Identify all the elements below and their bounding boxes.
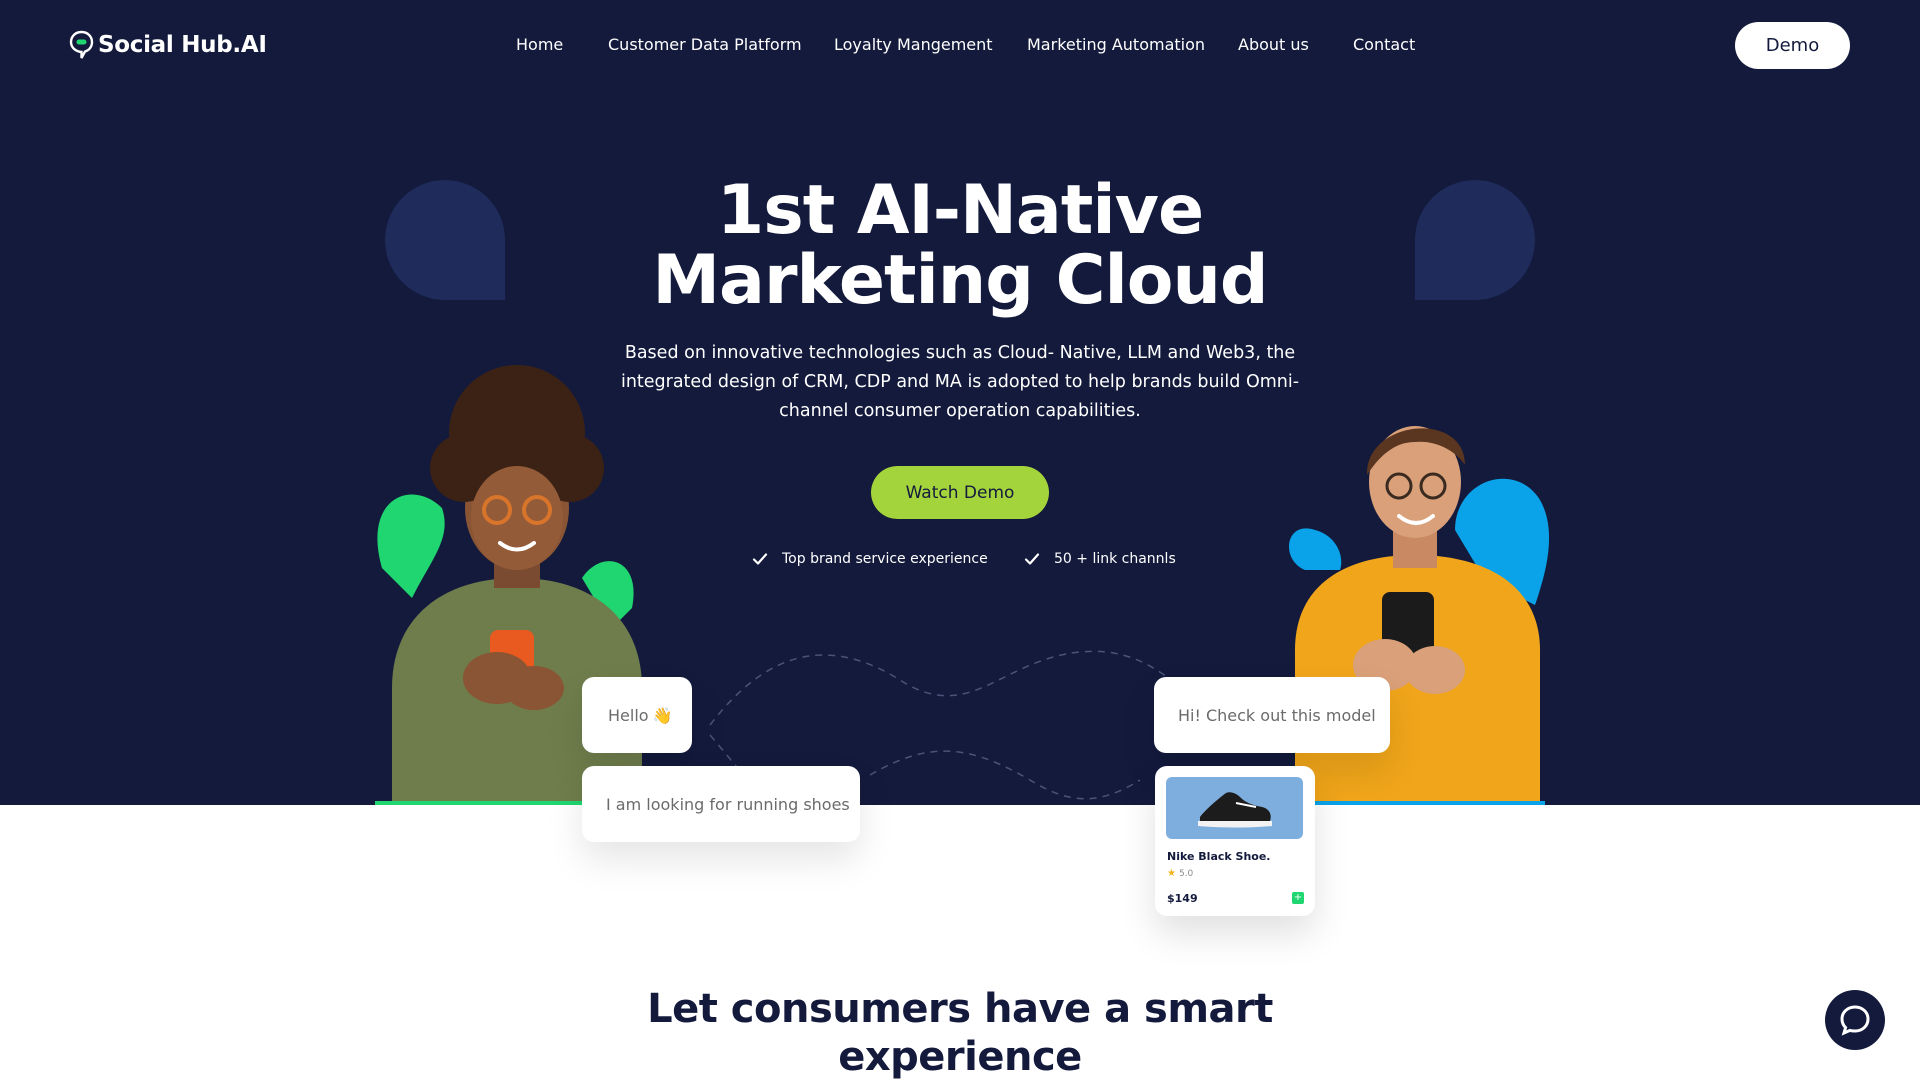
chat-bubble-icon <box>1840 1005 1870 1036</box>
section-title-line-2: experience <box>838 1034 1082 1080</box>
hero-subtitle: Based on innovative technologies such as… <box>620 343 1300 421</box>
chat-bubble-hello: Hello 👋 <box>582 677 692 753</box>
nav-contact[interactable]: Contact <box>1353 35 1415 54</box>
chat-bubble-reply: Hi! Check out this model <box>1154 677 1390 753</box>
hero-title-line-1: 1st AI-Native <box>716 171 1204 250</box>
watch-demo-button[interactable]: Watch Demo <box>871 466 1049 519</box>
hero-title: 1st AI-Native Marketing Cloud <box>560 176 1360 316</box>
feature-top-brand: Top brand service experience <box>752 551 988 567</box>
product-rating-value: 5.0 <box>1178 868 1194 879</box>
decorative-blob-right <box>1415 180 1535 300</box>
feature-label: 50 + link channls <box>1054 551 1176 567</box>
chat-bubble-request: I am looking for running shoes <box>582 766 860 842</box>
waving-hand-icon: 👋 <box>652 705 673 725</box>
nav-loyalty-management[interactable]: Loyalty Mangement <box>834 35 993 54</box>
section-title: Let consumers have a smart experience <box>560 985 1360 1080</box>
chat-bubble-text: I am looking for running shoes <box>606 794 850 814</box>
feature-label: Top brand service experience <box>782 551 988 567</box>
accent-line-blue <box>1310 801 1545 805</box>
product-price: $149 <box>1167 892 1198 905</box>
shoe-icon <box>1198 792 1272 828</box>
nav-about-us[interactable]: About us <box>1238 35 1309 54</box>
chat-widget-button[interactable] <box>1825 990 1885 1050</box>
hero-section: Social Hub.AI Home Customer Data Platfor… <box>0 0 1920 806</box>
demo-button[interactable]: Demo <box>1735 22 1850 69</box>
main-nav: Home Customer Data Platform Loyalty Mang… <box>0 35 1920 57</box>
star-icon: ★ <box>1167 868 1176 879</box>
product-image <box>1166 777 1303 839</box>
product-rating: ★ 5.0 <box>1167 868 1193 879</box>
section-title-line-1: Let consumers have a smart <box>647 986 1273 1032</box>
feature-link-channels: 50 + link channls <box>1024 551 1176 567</box>
accent-line-green <box>375 801 585 805</box>
chat-bubble-text: Hi! Check out this model <box>1178 705 1376 725</box>
nav-home[interactable]: Home <box>516 35 563 54</box>
decorative-blob-left <box>385 180 505 300</box>
chat-bubble-text: Hello <box>608 705 649 725</box>
product-card[interactable]: Nike Black Shoe. ★ 5.0 $149 + <box>1155 766 1315 916</box>
nav-marketing-automation[interactable]: Marketing Automation <box>1027 35 1205 54</box>
hero-title-line-2: Marketing Cloud <box>652 241 1268 320</box>
check-icon <box>752 553 768 565</box>
check-icon <box>1024 553 1040 565</box>
product-name: Nike Black Shoe. <box>1167 850 1271 863</box>
plus-icon[interactable]: + <box>1292 892 1304 904</box>
nav-customer-data-platform[interactable]: Customer Data Platform <box>608 35 802 54</box>
